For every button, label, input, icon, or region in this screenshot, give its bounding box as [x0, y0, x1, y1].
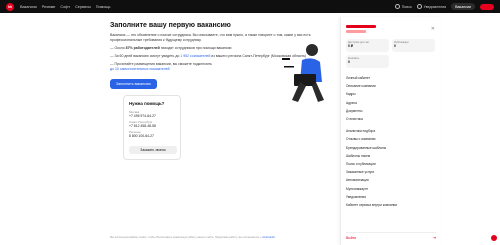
close-icon[interactable]: ✕ — [431, 26, 435, 32]
help-card: Нужна помощь? Москва +7 495 974-64-27 Са… — [123, 95, 181, 160]
nav-item-resumes[interactable]: Резюме — [42, 5, 56, 9]
top-right-actions: Поиск Уведомления Вакансии — [394, 0, 494, 13]
nav-item-soft[interactable]: Софт — [60, 5, 70, 9]
nav-item-services[interactable]: Сервисы — [75, 5, 91, 9]
menu-item[interactable]: Адреса — [346, 99, 435, 107]
menu-item[interactable]: Поиск и публикации — [346, 160, 435, 168]
top-navigation-bar: hh Вакансии Резюме Софт Сервисы Помощь П… — [0, 0, 500, 13]
hh-logo[interactable]: hh — [6, 2, 14, 11]
redacted-company-sub — [346, 30, 366, 33]
illustration-person-laptop — [282, 44, 324, 102]
fill-vacancy-button[interactable]: Заполнить вакансию — [110, 79, 157, 89]
menu-item[interactable]: Документы — [346, 107, 435, 115]
menu-item[interactable]: Статистика — [346, 115, 435, 123]
redacted-company-name — [346, 25, 376, 29]
logout-row[interactable]: Выйти ⇥ — [346, 232, 436, 241]
menu-item[interactable]: Мультиаккаунт — [346, 184, 435, 192]
menu-list: Личный кабинет Описание компании Кадры А… — [346, 74, 435, 209]
help-phone[interactable]: +7 812 458-48-58 — [129, 124, 175, 128]
logout-label: Выйти — [346, 235, 357, 240]
menu-item[interactable]: Заказанные услуги — [346, 168, 435, 176]
vacancies-pill[interactable]: Вакансии — [451, 3, 475, 10]
menu-item[interactable]: Личный кабинет — [346, 74, 435, 82]
menu-item[interactable]: Шаблоны писем — [346, 152, 435, 160]
menu-item[interactable]: Автоматизация — [346, 176, 435, 184]
candidates-link[interactable]: 1 952 соискателей — [180, 54, 210, 58]
stat-card[interactable]: Доступно для чат 0 ₽ — [346, 39, 389, 52]
notifications-link[interactable]: Уведомления — [416, 4, 446, 9]
logout-icon: ⇥ — [432, 235, 436, 240]
help-title: Нужна помощь? — [129, 101, 165, 106]
menu-item[interactable]: Аналитика подбора — [346, 127, 435, 135]
main-nav: Вакансии Резюме Софт Сервисы Помощь — [20, 5, 110, 9]
menu-item[interactable]: Брендированные шаблоны — [346, 144, 435, 152]
cookie-footer: Мы используем файлы cookie, чтобы обеспе… — [110, 236, 275, 239]
bell-icon — [416, 4, 422, 9]
nav-item-vacancies[interactable]: Вакансии — [20, 5, 37, 9]
help-phone[interactable]: +7 495 974-64-27 — [129, 114, 175, 118]
chat-bubble-icon[interactable] — [491, 235, 497, 241]
avatar[interactable] — [480, 3, 494, 10]
menu-item[interactable]: Описание компании — [346, 82, 435, 90]
menu-item[interactable]: Уведомления — [346, 193, 435, 201]
stat-card[interactable]: Публикации 0 — [392, 39, 435, 52]
order-call-button[interactable]: Заказать звонок — [129, 146, 177, 154]
stat-card[interactable]: Контакты 0 — [346, 55, 389, 68]
menu-item[interactable]: Отзывы о компании — [346, 135, 435, 143]
indicators-link[interactable]: до 10 самостоятельных показателей — [110, 67, 170, 71]
menu-header: ✕ — [346, 23, 435, 35]
account-stats: Доступно для чат 0 ₽ Публикации 0 Контак… — [346, 39, 435, 68]
menu-item[interactable]: Кабинет сервиса внутри компании — [346, 201, 435, 209]
menu-item[interactable]: Кадры — [346, 90, 435, 98]
search-link[interactable]: Поиск — [394, 4, 412, 9]
search-icon — [394, 4, 400, 9]
help-phone[interactable]: 8 800 100-64-27 — [129, 134, 175, 138]
account-menu-panel: ✕ Доступно для чат 0 ₽ Публикации 0 Конт… — [340, 17, 440, 245]
policy-link[interactable]: политикой — [262, 236, 274, 239]
nav-item-help[interactable]: Помощь — [96, 5, 111, 9]
page-title: Заполните вашу первую вакансию — [110, 22, 231, 29]
